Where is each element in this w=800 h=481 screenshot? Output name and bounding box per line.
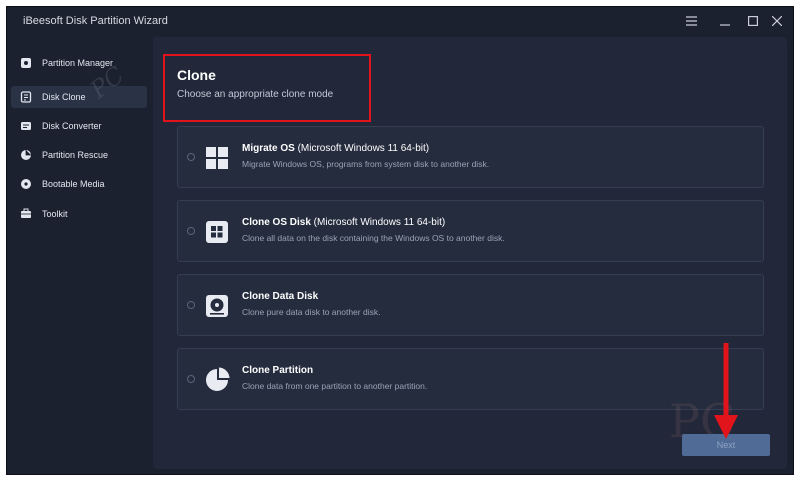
pie-chart-icon [204,367,230,393]
sidebar-item-label: Partition Rescue [42,150,109,160]
sidebar-item-label: Bootable Media [42,179,105,189]
option-description: Clone all data on the disk containing th… [242,233,505,243]
sidebar-item-disk-clone[interactable]: Disk Clone [11,86,147,108]
rescue-icon [19,148,33,162]
minimize-icon[interactable] [717,13,733,29]
option-clone-partition[interactable]: Clone Partition Clone data from one part… [177,348,764,410]
media-icon [19,177,33,191]
option-title: Clone Partition [242,365,314,376]
radio-button[interactable] [187,227,195,235]
red-arrow [714,343,738,439]
option-clone-os-disk[interactable]: Clone OS Disk (Microsoft Windows 11 64-b… [177,200,764,262]
title-bar: iBeesoft Disk Partition Wizard [7,7,793,35]
windows-icon [204,145,230,171]
app-title: iBeesoft Disk Partition Wizard [23,15,168,27]
main-panel: Clone Choose an appropriate clone mode M… [153,37,787,469]
close-icon[interactable] [769,13,785,29]
sidebar-item-label: Disk Converter [42,121,102,131]
option-clone-data-disk[interactable]: Clone Data Disk Clone pure data disk to … [177,274,764,336]
converter-icon [19,119,33,133]
sidebar-item-partition-rescue[interactable]: Partition Rescue [11,144,147,166]
toolkit-icon [19,207,33,221]
radio-button[interactable] [187,375,195,383]
data-disk-icon [204,293,230,319]
os-disk-icon [204,219,230,245]
sidebar-item-label: Toolkit [42,209,68,219]
option-description: Migrate Windows OS, programs from system… [242,159,490,169]
sidebar: Partition Manager Disk Clone Disk Conver… [7,43,153,463]
page-title: Clone [177,67,216,83]
sidebar-item-label: Partition Manager [42,58,114,68]
clone-icon [19,90,33,104]
page-subtitle: Choose an appropriate clone mode [177,89,334,100]
maximize-icon[interactable] [745,13,761,29]
sidebar-item-label: Disk Clone [42,92,86,102]
sidebar-item-toolkit[interactable]: Toolkit [11,203,147,225]
radio-button[interactable] [187,301,195,309]
hamburger-icon[interactable] [683,13,699,29]
sidebar-item-disk-converter[interactable]: Disk Converter [11,115,147,137]
option-title: Migrate OS (Microsoft Windows 11 64-bit) [242,143,430,154]
disk-icon [19,56,33,70]
option-migrate-os[interactable]: Migrate OS (Microsoft Windows 11 64-bit)… [177,126,764,188]
highlight-box [163,54,371,122]
option-description: Clone pure data disk to another disk. [242,307,381,317]
radio-button[interactable] [187,153,195,161]
sidebar-item-bootable-media[interactable]: Bootable Media [11,173,147,195]
sidebar-item-partition-manager[interactable]: Partition Manager [11,52,147,74]
option-description: Clone data from one partition to another… [242,381,428,391]
app-window: iBeesoft Disk Partition Wizard Partition… [6,6,794,475]
option-title: Clone OS Disk (Microsoft Windows 11 64-b… [242,217,446,228]
option-title: Clone Data Disk [242,291,319,302]
